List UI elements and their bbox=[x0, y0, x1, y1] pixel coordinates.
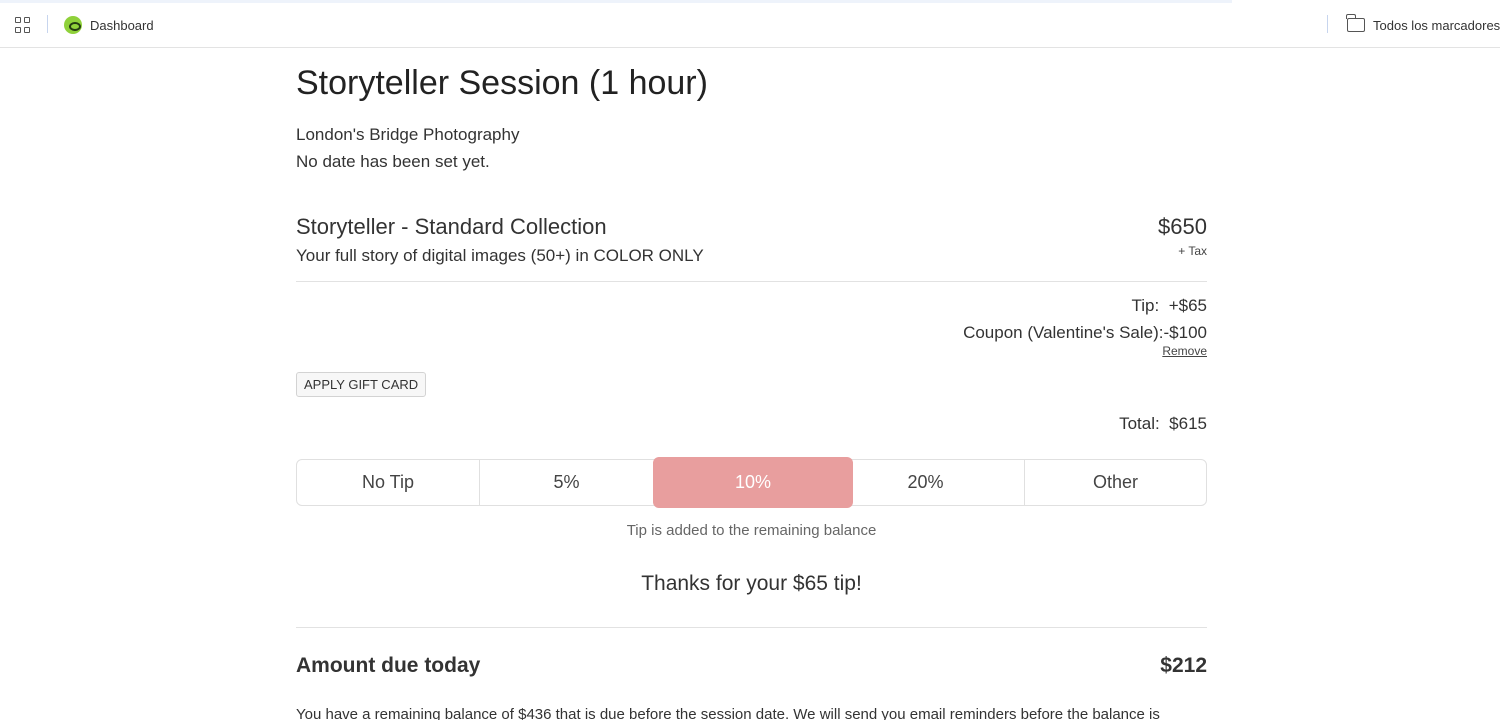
package-price: $650 bbox=[1158, 214, 1207, 239]
bookmark-folder-all[interactable]: Todos los marcadores bbox=[1346, 14, 1500, 36]
total-value: $615 bbox=[1169, 414, 1207, 433]
tip-thanks-message: Thanks for your $65 tip! bbox=[641, 572, 862, 595]
remove-coupon-link[interactable]: Remove bbox=[1162, 344, 1207, 358]
total-label: Total: bbox=[1119, 414, 1160, 433]
tip-summary-line: Tip: +$65 bbox=[1132, 296, 1207, 316]
business-name: London's Bridge Photography bbox=[296, 125, 520, 144]
coupon-summary-value: -$100 bbox=[1163, 323, 1207, 342]
dashboard-favicon-icon bbox=[64, 16, 82, 34]
coupon-summary-line: Coupon (Valentine's Sale):-$100 bbox=[963, 323, 1207, 343]
total-line: Total: $615 bbox=[1119, 414, 1207, 434]
tip-note: Tip is added to the remaining balance bbox=[626, 522, 877, 539]
package-name: Storyteller - Standard Collection bbox=[296, 214, 607, 239]
bookmarks-separator-right bbox=[1327, 15, 1328, 33]
tip-option-20[interactable]: 20% bbox=[826, 460, 1024, 505]
bookmark-folder-label: Todos los marcadores bbox=[1373, 17, 1500, 33]
page-title: Storyteller Session (1 hour) bbox=[296, 64, 708, 102]
tip-options-group: No Tip 5% 20% Other 10% bbox=[296, 457, 1207, 508]
bookmark-dashboard-label: Dashboard bbox=[90, 17, 154, 33]
bookmarks-bar: Dashboard Todos los marcadores bbox=[0, 0, 1500, 48]
amount-due-value: $212 bbox=[1160, 654, 1207, 677]
tip-option-5[interactable]: 5% bbox=[479, 460, 653, 505]
amount-due-label: Amount due today bbox=[296, 654, 481, 677]
divider bbox=[296, 627, 1207, 628]
folder-icon bbox=[1346, 14, 1365, 32]
bookmark-dashboard[interactable]: Dashboard bbox=[64, 14, 154, 36]
session-date-note: No date has been set yet. bbox=[296, 152, 490, 171]
package-price-tax-note: + Tax bbox=[1178, 244, 1207, 258]
divider bbox=[296, 281, 1207, 282]
coupon-summary-label: Coupon (Valentine's Sale): bbox=[963, 323, 1164, 342]
remaining-balance-text: You have a remaining balance of $436 tha… bbox=[296, 706, 1160, 720]
tip-option-10-selected[interactable]: 10% bbox=[653, 457, 853, 508]
tip-option-other[interactable]: Other bbox=[1024, 460, 1206, 505]
bookmarks-separator bbox=[47, 15, 48, 33]
package-description: Your full story of digital images (50+) … bbox=[296, 246, 704, 265]
tip-summary-label: Tip: bbox=[1131, 296, 1160, 315]
apps-grid-icon[interactable] bbox=[15, 17, 31, 33]
apply-gift-card-button[interactable]: APPLY GIFT CARD bbox=[296, 372, 427, 397]
tip-option-no-tip[interactable]: No Tip bbox=[297, 460, 479, 505]
window-top-accent bbox=[0, 0, 1232, 3]
tip-summary-value: +$65 bbox=[1168, 296, 1207, 315]
